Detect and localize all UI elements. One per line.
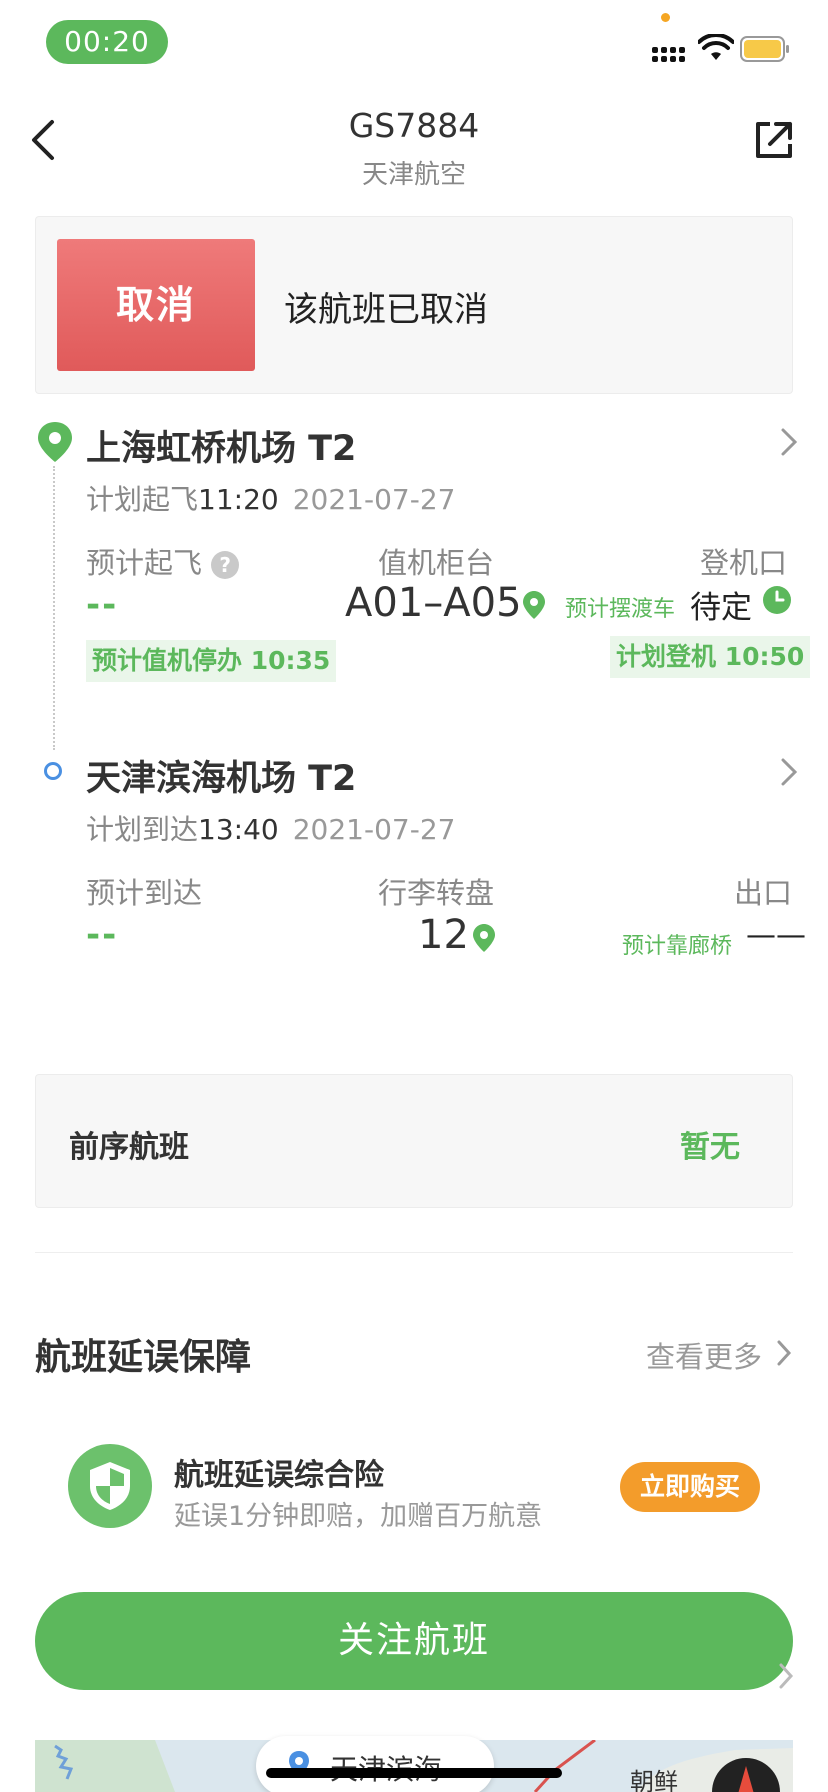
- arrival-airport[interactable]: 天津滨海机场 T2: [86, 750, 356, 801]
- estimated-departure-value: --: [86, 585, 119, 625]
- share-icon[interactable]: [752, 118, 796, 162]
- gate-value: 待定: [690, 590, 752, 626]
- jetbridge-note: 预计靠廊桥: [622, 934, 733, 959]
- shield-icon: [68, 1444, 152, 1528]
- location-pin-icon: [38, 422, 72, 462]
- back-icon[interactable]: [26, 116, 60, 164]
- delay-section-title: 航班延误保障: [35, 1337, 252, 1378]
- wifi-icon: [698, 34, 734, 60]
- arrival-dot-icon: [44, 762, 62, 780]
- arrival-plan: 计划到达13:40 2021-07-27: [86, 808, 455, 848]
- cancelled-badge: 取消: [57, 239, 255, 371]
- baggage-carousel-value: 12: [418, 912, 469, 958]
- airline-name: 天津航空: [361, 160, 466, 190]
- status-message: 该航班已取消: [284, 290, 488, 330]
- view-more-link[interactable]: 查看更多: [646, 1334, 762, 1376]
- timeline-line: [53, 466, 55, 750]
- checkin-close-tag: 预计值机停办 10:35: [86, 640, 337, 682]
- battery-icon: [740, 36, 789, 62]
- flight-number-title: GS7884: [348, 106, 480, 145]
- follow-flight-button[interactable]: 关注航班: [35, 1592, 793, 1690]
- location-pin-icon[interactable]: [472, 923, 496, 953]
- chevron-right-icon[interactable]: [776, 1339, 792, 1367]
- gate-label: 登机口: [700, 546, 788, 580]
- status-time: 00:20: [46, 20, 168, 64]
- exit-value: ——: [746, 918, 806, 953]
- exit-label: 出口: [734, 876, 793, 910]
- previous-flight-value: 暂无: [680, 1130, 740, 1165]
- plan-date: 2021-07-27: [292, 483, 456, 516]
- chevron-right-icon[interactable]: [778, 1662, 794, 1690]
- estimated-arrival-label: 预计到达: [86, 876, 203, 910]
- checkin-counter-value: A01–A05: [345, 580, 522, 626]
- plan-time: 11:20: [198, 483, 279, 516]
- estimated-arrival-value: --: [86, 915, 119, 955]
- insurance-title: 航班延误综合险: [174, 1458, 384, 1493]
- section-divider: [35, 1252, 793, 1253]
- cellular-signal-icon: [652, 40, 688, 62]
- buy-now-button[interactable]: 立即购买: [620, 1462, 760, 1512]
- insurance-desc: 延误1分钟即赔，加赠百万航意: [174, 1501, 543, 1532]
- estimated-departure-label: 预计起飞 ?: [86, 540, 240, 582]
- map-region-label: 朝鲜: [630, 1768, 678, 1792]
- chevron-right-icon[interactable]: [780, 757, 798, 787]
- previous-flight-label: 前序航班: [69, 1130, 189, 1165]
- question-icon[interactable]: ?: [211, 551, 240, 579]
- clock-icon: [763, 586, 791, 614]
- location-pin-icon[interactable]: [522, 590, 546, 620]
- compass-icon[interactable]: [710, 1756, 782, 1792]
- chevron-right-icon[interactable]: [780, 427, 798, 457]
- plan-date: 2021-07-27: [292, 813, 456, 846]
- departure-plan: 计划起飞11:20 2021-07-27: [86, 478, 455, 518]
- shuttle-note: 预计摆渡车: [565, 597, 676, 622]
- plan-label: 计划起飞: [86, 483, 199, 516]
- recording-indicator: [661, 13, 670, 22]
- boarding-plan-tag: 计划登机 10:50: [610, 636, 811, 678]
- baggage-carousel-label: 行李转盘: [378, 876, 495, 910]
- plan-time: 13:40: [198, 813, 279, 846]
- plan-label: 计划到达: [86, 813, 199, 846]
- checkin-counter-label: 值机柜台: [378, 546, 495, 580]
- departure-airport[interactable]: 上海虹桥机场 T2: [86, 420, 356, 471]
- home-indicator[interactable]: [266, 1768, 562, 1778]
